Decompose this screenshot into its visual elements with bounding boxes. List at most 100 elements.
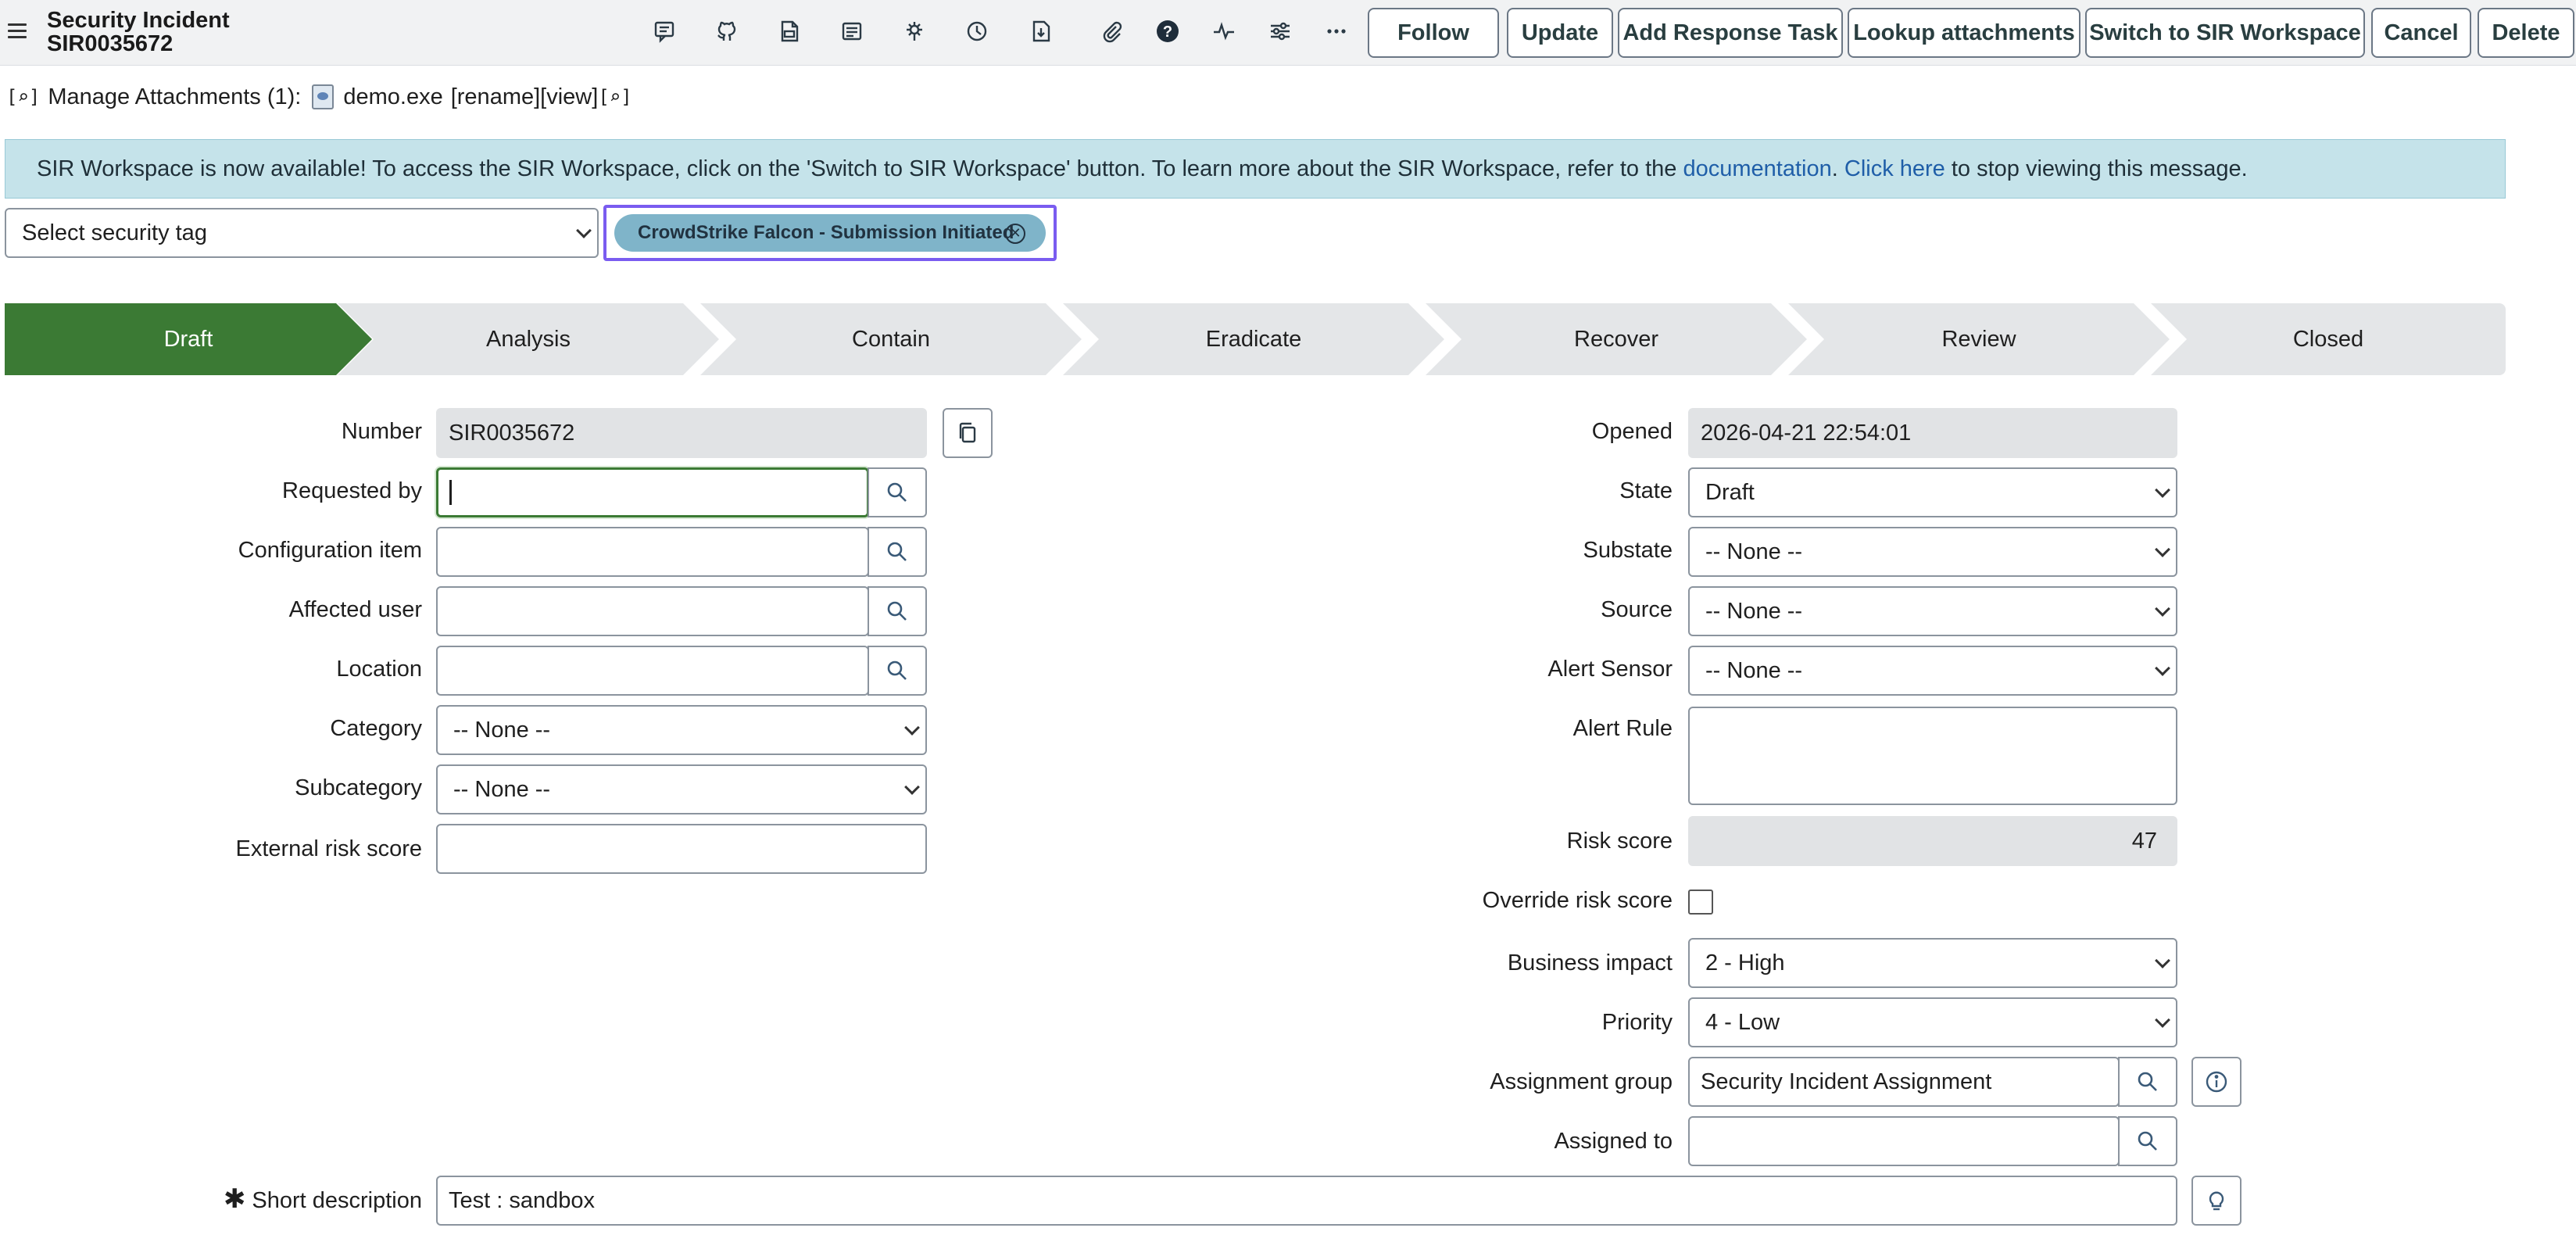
stage-closed[interactable]: Closed xyxy=(2151,303,2506,375)
substate-label: Substate xyxy=(1583,538,1673,563)
assignment-group-lookup-button[interactable] xyxy=(2118,1057,2177,1107)
copy-number-button[interactable] xyxy=(943,408,993,458)
override-risk-score-label: Override risk score xyxy=(1482,888,1673,913)
location-input[interactable] xyxy=(436,646,869,696)
switch-to-sir-workspace-button[interactable]: Switch to SIR Workspace xyxy=(2085,8,2365,58)
requested-by-lookup-button[interactable] xyxy=(868,467,927,517)
help-icon[interactable]: ? xyxy=(1152,16,1183,47)
search-icon xyxy=(887,660,907,680)
priority-select[interactable]: 4 - Low xyxy=(1688,997,2177,1047)
file-icon xyxy=(312,84,335,109)
banner-message: SIR Workspace is now available! To acces… xyxy=(37,156,1683,181)
assignment-group-input[interactable]: Security Incident Assignment xyxy=(1688,1057,2120,1107)
alert-rule-label: Alert Rule xyxy=(1572,716,1673,741)
search-icon xyxy=(887,482,907,502)
sliders-icon[interactable] xyxy=(1265,16,1296,47)
github-icon[interactable] xyxy=(711,16,742,47)
attachment-file-name[interactable]: demo.exe xyxy=(343,84,442,110)
security-tag-placeholder: Select security tag xyxy=(22,220,207,245)
document-icon[interactable] xyxy=(774,16,805,47)
external-risk-score-label: External risk score xyxy=(235,836,422,861)
source-value: -- None -- xyxy=(1705,598,1803,624)
search-icon xyxy=(887,542,907,561)
attachment-rename-link[interactable]: [rename] xyxy=(451,84,540,110)
source-select[interactable]: -- None -- xyxy=(1688,586,2177,636)
record-number-title: SIR0035672 xyxy=(47,31,174,56)
short-description-suggestion-button[interactable] xyxy=(2191,1176,2241,1226)
lookup-attachments-button[interactable]: Lookup attachments xyxy=(1848,8,2080,58)
alert-rule-textarea[interactable] xyxy=(1688,707,2177,805)
affected-user-input[interactable] xyxy=(436,586,869,636)
assignment-group-label: Assignment group xyxy=(1490,1069,1673,1094)
close-icon[interactable]: ✕ xyxy=(1005,224,1025,244)
attachment-search-icon[interactable]: [⌕] xyxy=(598,86,631,108)
short-description-input[interactable]: Test : sandbox xyxy=(436,1176,2177,1226)
stage-contain[interactable]: Contain xyxy=(700,303,1082,375)
attachment-manage-icon[interactable]: [⌕] xyxy=(6,86,40,108)
location-label: Location xyxy=(336,657,422,682)
state-value: Draft xyxy=(1705,479,1755,505)
settings-icon[interactable] xyxy=(899,16,930,47)
list-icon[interactable] xyxy=(836,16,868,47)
override-risk-score-checkbox[interactable] xyxy=(1688,890,1713,915)
chevron-down-icon xyxy=(576,223,592,238)
assignment-group-info-button[interactable] xyxy=(2191,1057,2241,1107)
substate-select[interactable]: -- None -- xyxy=(1688,527,2177,577)
business-impact-select[interactable]: 2 - High xyxy=(1688,938,2177,988)
update-button[interactable]: Update xyxy=(1507,8,1613,58)
priority-value: 4 - Low xyxy=(1705,1009,1780,1035)
substate-value: -- None -- xyxy=(1705,539,1803,564)
stage-eradicate[interactable]: Eradicate xyxy=(1063,303,1444,375)
add-response-task-button[interactable]: Add Response Task xyxy=(1618,8,1843,58)
requested-by-input[interactable] xyxy=(436,467,869,517)
category-label: Category xyxy=(330,716,422,741)
subcategory-select[interactable]: -- None -- xyxy=(436,764,927,814)
stage-analysis[interactable]: Analysis xyxy=(338,303,719,375)
hamburger-menu-icon[interactable] xyxy=(8,23,27,41)
comment-icon[interactable] xyxy=(649,16,680,47)
security-tag-chip[interactable]: CrowdStrike Falcon - Submission Initiate… xyxy=(614,214,1046,252)
security-tag-select[interactable]: Select security tag xyxy=(5,208,599,258)
category-select[interactable]: -- None -- xyxy=(436,705,927,755)
alert-sensor-value: -- None -- xyxy=(1705,657,1803,683)
chevron-down-icon xyxy=(2155,660,2170,676)
history-icon[interactable] xyxy=(961,16,993,47)
chevron-down-icon xyxy=(904,720,920,736)
tag-chip-highlight: CrowdStrike Falcon - Submission Initiate… xyxy=(603,205,1057,261)
activity-icon[interactable] xyxy=(1208,16,1240,47)
attachment-view-link[interactable]: [view] xyxy=(540,84,598,110)
download-icon[interactable] xyxy=(1025,16,1057,47)
chevron-down-icon xyxy=(2155,542,2170,557)
stage-draft[interactable]: Draft xyxy=(5,303,372,375)
lightbulb-icon xyxy=(2209,1191,2224,1211)
opened-label: Opened xyxy=(1591,419,1673,444)
business-impact-label: Business impact xyxy=(1507,950,1673,975)
external-risk-score-input[interactable] xyxy=(436,824,927,874)
click-here-link[interactable]: Click here xyxy=(1844,156,1945,182)
cancel-button[interactable]: Cancel xyxy=(2371,8,2471,58)
required-field-icon: ✱ xyxy=(224,1184,246,1214)
assigned-to-lookup-button[interactable] xyxy=(2118,1116,2177,1166)
location-lookup-button[interactable] xyxy=(868,646,927,696)
paperclip-icon[interactable] xyxy=(1096,16,1127,47)
state-label: State xyxy=(1619,478,1673,503)
configuration-item-input[interactable] xyxy=(436,527,869,577)
delete-button[interactable]: Delete xyxy=(2478,8,2574,58)
opened-field: 2026-04-21 22:54:01 xyxy=(1688,408,2177,458)
search-icon xyxy=(2138,1072,2157,1091)
banner-separator: . xyxy=(1831,156,1844,181)
subcategory-value: -- None -- xyxy=(453,776,551,802)
stage-recover[interactable]: Recover xyxy=(1426,303,1807,375)
affected-user-lookup-button[interactable] xyxy=(868,586,927,636)
follow-button[interactable]: Follow xyxy=(1368,8,1499,58)
state-select[interactable]: Draft xyxy=(1688,467,2177,517)
assigned-to-input[interactable] xyxy=(1688,1116,2120,1166)
manage-attachments-label[interactable]: Manage Attachments (1): xyxy=(48,84,301,110)
source-label: Source xyxy=(1601,597,1673,622)
stage-review[interactable]: Review xyxy=(1788,303,2170,375)
more-icon[interactable] xyxy=(1321,16,1352,47)
documentation-link[interactable]: documentation xyxy=(1683,156,1832,182)
configuration-item-lookup-button[interactable] xyxy=(868,527,927,577)
alert-sensor-select[interactable]: -- None -- xyxy=(1688,646,2177,696)
chevron-down-icon xyxy=(2155,1012,2170,1028)
